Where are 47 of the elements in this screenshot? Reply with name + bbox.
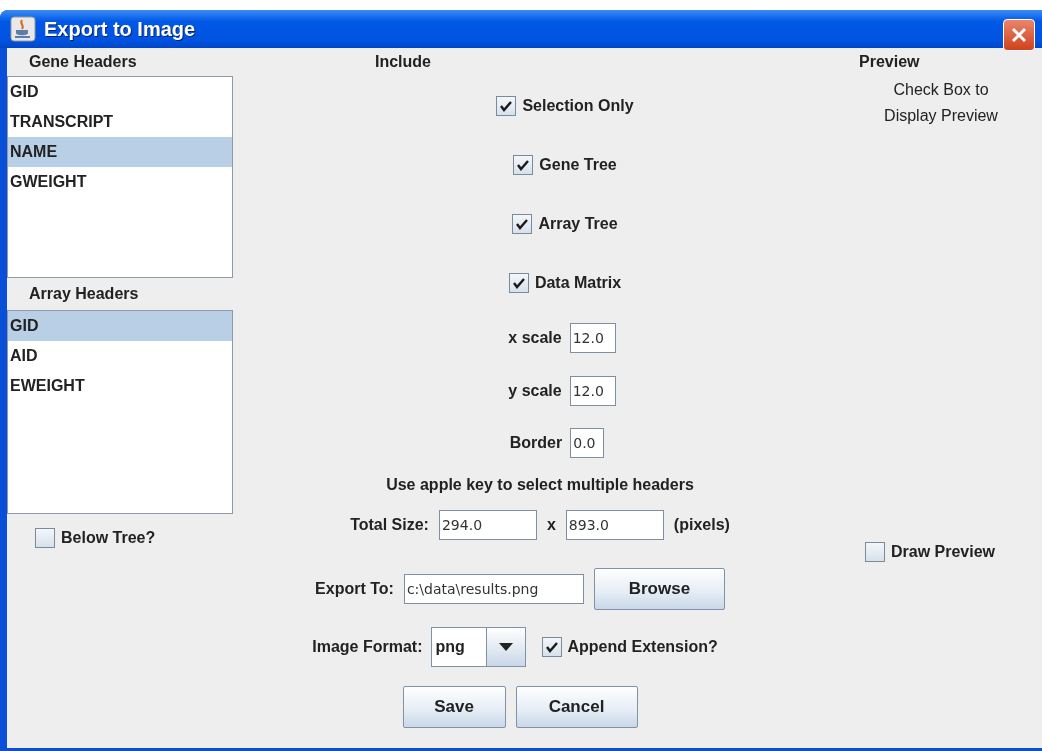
separator-text: x: [546, 516, 556, 534]
checkbox[interactable]: [35, 528, 55, 548]
list-heading: Array Headers: [29, 285, 139, 303]
hint-text: Check Box to Display Preview: [883, 80, 999, 126]
close-button[interactable]: [1003, 19, 1035, 51]
number-field[interactable]: 0.0: [570, 428, 605, 458]
checkbox-label: Selection Only: [522, 96, 634, 115]
checkbox-label: Array Tree: [538, 214, 618, 233]
number-field[interactable]: 12.0: [569, 323, 616, 353]
format-dropdown[interactable]: png: [430, 627, 526, 667]
number-field[interactable]: 12.0: [569, 375, 616, 406]
section-heading: Include: [375, 53, 431, 71]
field-label: Border: [509, 434, 563, 452]
unit-text: (pixels): [673, 516, 730, 534]
dropdown-button[interactable]: [486, 628, 525, 666]
check-icon: [544, 640, 559, 654]
checkbox[interactable]: [541, 637, 562, 657]
checkbox[interactable]: [865, 542, 885, 562]
close-icon: [1010, 26, 1028, 44]
field-label: Total Size:: [350, 516, 429, 534]
list-item[interactable]: GID: [8, 311, 232, 341]
checkbox[interactable]: [508, 272, 529, 293]
height-field[interactable]: 893.0: [565, 510, 664, 540]
window-title: Export to Image: [44, 17, 196, 41]
checkbox-label: Gene Tree: [539, 155, 617, 174]
list-item[interactable]: NAME: [8, 137, 232, 167]
checkbox[interactable]: [512, 213, 533, 234]
caret-icon: [498, 643, 513, 651]
checkbox[interactable]: [496, 95, 517, 116]
field-label: y scale: [508, 381, 562, 400]
field-label: Export To:: [315, 580, 394, 598]
checkbox-label: Data Matrix: [534, 273, 622, 292]
field-label: Image Format:: [312, 638, 423, 656]
checkbox-label: Append Extension?: [567, 638, 718, 656]
list-heading: Gene Headers: [29, 53, 137, 71]
dialog-button[interactable]: Save: [402, 686, 506, 728]
browse-button[interactable]: Browse: [593, 568, 725, 610]
checkbox-label: Below Tree?: [61, 529, 156, 547]
checkbox[interactable]: [513, 154, 534, 175]
checkbox-label: Draw Preview: [891, 543, 996, 561]
hint-text: Use apple key to select multiple headers: [386, 475, 694, 494]
path-field[interactable]: c:\data\results.png: [403, 574, 584, 604]
width-field[interactable]: 294.0: [438, 510, 537, 540]
field-label: x scale: [508, 329, 562, 347]
section-heading: Preview: [859, 53, 920, 71]
cup-icon: [10, 16, 36, 42]
dialog-button[interactable]: Cancel: [515, 686, 638, 728]
